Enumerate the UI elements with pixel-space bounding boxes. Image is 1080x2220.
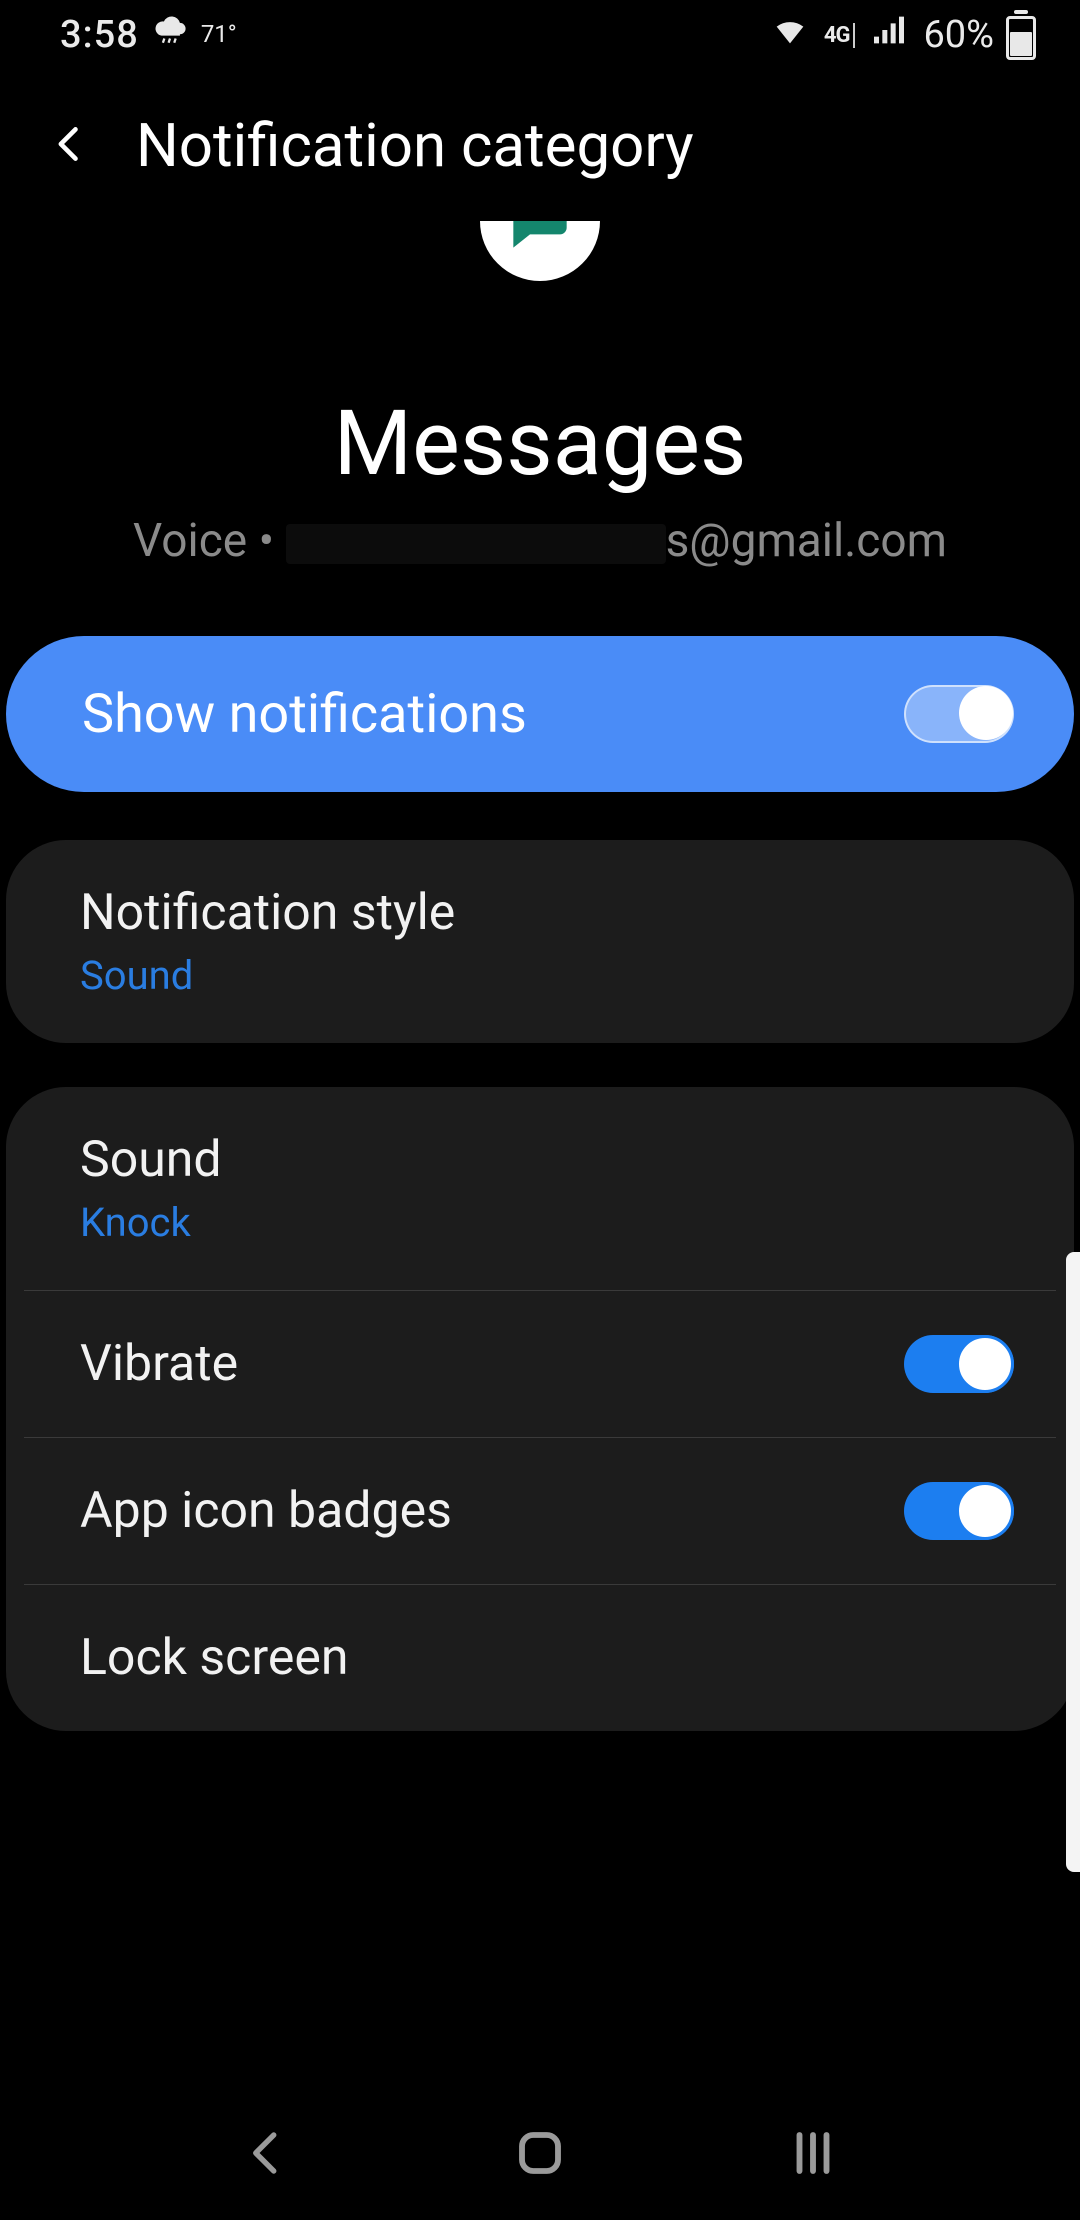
notification-style-title: Notification style — [80, 884, 455, 942]
show-notifications-toggle[interactable] — [904, 685, 1014, 743]
vibrate-title: Vibrate — [80, 1335, 238, 1393]
signal-icon — [869, 10, 909, 60]
notification-style-value: Sound — [80, 952, 455, 999]
sound-row[interactable]: Sound Knock — [6, 1087, 1074, 1290]
nav-recents-icon[interactable] — [786, 2126, 840, 2184]
status-bar: 3:58 71° 4G 60% — [0, 0, 1080, 70]
subtitle-redacted — [286, 524, 666, 564]
nav-back-icon[interactable] — [240, 2126, 294, 2184]
notification-style-card: Notification style Sound — [6, 840, 1074, 1043]
nav-bar — [0, 2090, 1080, 2220]
status-time: 3:58 — [60, 13, 139, 57]
notification-style-row[interactable]: Notification style Sound — [6, 840, 1074, 1043]
page-title: Notification category — [136, 110, 694, 181]
battery-text: 60% — [923, 13, 994, 57]
app-icon — [480, 221, 600, 281]
app-header: Notification category — [0, 70, 1080, 221]
weather-icon — [153, 13, 187, 57]
badges-row[interactable]: App icon badges — [24, 1437, 1056, 1584]
scroll-indicator[interactable] — [1066, 1252, 1080, 1872]
subtitle-bullet: • — [259, 514, 275, 568]
sound-title: Sound — [80, 1131, 222, 1189]
vibrate-row[interactable]: Vibrate — [24, 1290, 1056, 1437]
status-temp: 71° — [201, 24, 237, 46]
show-notifications-row[interactable]: Show notifications — [6, 636, 1074, 792]
app-subtitle: Voice • s@gmail.com — [40, 514, 1040, 568]
subtitle-suffix: s@gmail.com — [666, 514, 947, 568]
wifi-icon — [770, 10, 810, 60]
nav-home-icon[interactable] — [513, 2126, 567, 2184]
show-notifications-label: Show notifications — [82, 683, 527, 746]
network-type: 4G — [824, 23, 856, 48]
back-icon[interactable] — [48, 114, 92, 178]
app-name: Messages — [40, 391, 1040, 496]
hero-section: Messages Voice • s@gmail.com — [0, 221, 1080, 608]
vibrate-toggle[interactable] — [904, 1335, 1014, 1393]
lockscreen-row[interactable]: Lock screen — [24, 1584, 1056, 1731]
badges-toggle[interactable] — [904, 1482, 1014, 1540]
settings-card: Sound Knock Vibrate App icon badges Lock… — [6, 1087, 1074, 1731]
sound-value: Knock — [80, 1199, 222, 1246]
battery-icon — [1002, 10, 1040, 60]
badges-title: App icon badges — [80, 1482, 452, 1540]
lockscreen-title: Lock screen — [80, 1629, 348, 1687]
subtitle-prefix: Voice — [133, 514, 247, 568]
